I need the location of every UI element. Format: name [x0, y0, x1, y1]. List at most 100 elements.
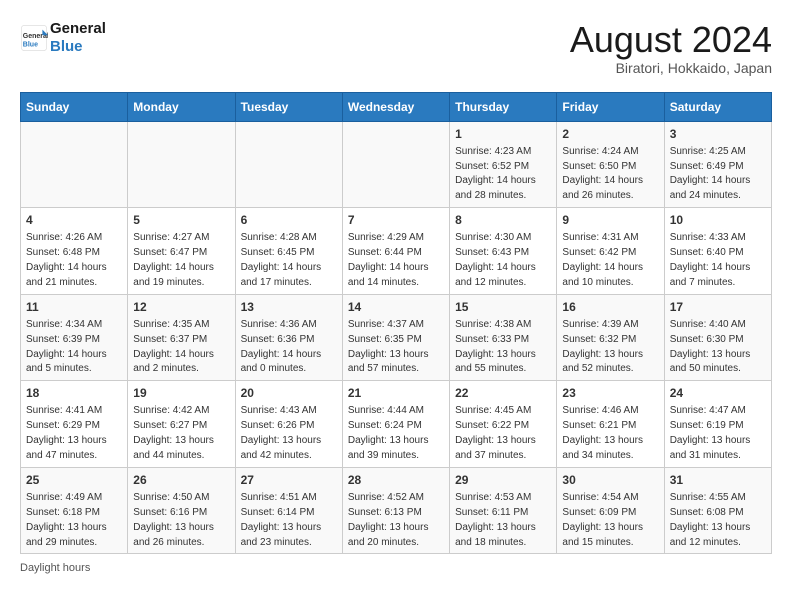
day-info: Sunrise: 4:49 AM Sunset: 6:18 PM Dayligh…: [26, 492, 107, 548]
day-number: 4: [26, 212, 122, 228]
day-info: Sunrise: 4:42 AM Sunset: 6:27 PM Dayligh…: [133, 405, 214, 461]
day-info: Sunrise: 4:55 AM Sunset: 6:08 PM Dayligh…: [670, 492, 751, 548]
weekday-header-wednesday: Wednesday: [342, 92, 449, 121]
day-number: 24: [670, 385, 766, 401]
day-number: 27: [241, 472, 337, 488]
calendar-cell: 27 Sunrise: 4:51 AM Sunset: 6:14 PM Dayli…: [235, 467, 342, 554]
day-number: 16: [562, 299, 658, 315]
day-number: 30: [562, 472, 658, 488]
day-info: Sunrise: 4:51 AM Sunset: 6:14 PM Dayligh…: [241, 492, 322, 548]
day-number: 5: [133, 212, 229, 228]
weekday-header-monday: Monday: [128, 92, 235, 121]
day-info: Sunrise: 4:36 AM Sunset: 6:36 PM Dayligh…: [241, 319, 322, 375]
day-info: Sunrise: 4:40 AM Sunset: 6:30 PM Dayligh…: [670, 319, 751, 375]
logo: General Blue General Blue: [20, 20, 106, 56]
day-number: 29: [455, 472, 551, 488]
calendar-week-row: 25 Sunrise: 4:49 AM Sunset: 6:18 PM Dayli…: [21, 467, 772, 554]
day-info: Sunrise: 4:23 AM Sunset: 6:52 PM Dayligh…: [455, 146, 536, 202]
calendar-cell: 31 Sunrise: 4:55 AM Sunset: 6:08 PM Dayli…: [664, 467, 771, 554]
day-info: Sunrise: 4:39 AM Sunset: 6:32 PM Dayligh…: [562, 319, 643, 375]
calendar-cell: [21, 121, 128, 208]
day-number: 26: [133, 472, 229, 488]
day-number: 13: [241, 299, 337, 315]
calendar-cell: 7 Sunrise: 4:29 AM Sunset: 6:44 PM Daylig…: [342, 208, 449, 295]
calendar-cell: [342, 121, 449, 208]
day-info: Sunrise: 4:47 AM Sunset: 6:19 PM Dayligh…: [670, 405, 751, 461]
weekday-header-friday: Friday: [557, 92, 664, 121]
calendar-cell: 28 Sunrise: 4:52 AM Sunset: 6:13 PM Dayli…: [342, 467, 449, 554]
day-info: Sunrise: 4:37 AM Sunset: 6:35 PM Dayligh…: [348, 319, 429, 375]
day-info: Sunrise: 4:24 AM Sunset: 6:50 PM Dayligh…: [562, 146, 643, 202]
svg-text:Blue: Blue: [23, 41, 38, 48]
day-info: Sunrise: 4:33 AM Sunset: 6:40 PM Dayligh…: [670, 232, 751, 288]
calendar-cell: 25 Sunrise: 4:49 AM Sunset: 6:18 PM Dayli…: [21, 467, 128, 554]
calendar-cell: 29 Sunrise: 4:53 AM Sunset: 6:11 PM Dayli…: [450, 467, 557, 554]
day-number: 6: [241, 212, 337, 228]
calendar-cell: [128, 121, 235, 208]
day-info: Sunrise: 4:31 AM Sunset: 6:42 PM Dayligh…: [562, 232, 643, 288]
calendar-cell: 23Sunrise: 4:46 AM Sunset: 6:21 PM Dayli…: [557, 381, 664, 468]
day-info: Sunrise: 4:43 AM Sunset: 6:26 PM Dayligh…: [241, 405, 322, 461]
calendar-cell: 26 Sunrise: 4:50 AM Sunset: 6:16 PM Dayli…: [128, 467, 235, 554]
day-number: 10: [670, 212, 766, 228]
calendar-cell: 16 Sunrise: 4:39 AM Sunset: 6:32 PM Dayli…: [557, 294, 664, 381]
logo-icon: General Blue: [20, 24, 48, 52]
calendar-cell: 18Sunrise: 4:41 AM Sunset: 6:29 PM Dayli…: [21, 381, 128, 468]
calendar-body: 1 Sunrise: 4:23 AM Sunset: 6:52 PM Daylig…: [21, 121, 772, 554]
day-number: 12: [133, 299, 229, 315]
calendar-cell: 21Sunrise: 4:44 AM Sunset: 6:24 PM Dayli…: [342, 381, 449, 468]
calendar-cell: 12Sunrise: 4:35 AM Sunset: 6:37 PM Dayli…: [128, 294, 235, 381]
day-info: Sunrise: 4:45 AM Sunset: 6:22 PM Dayligh…: [455, 405, 536, 461]
calendar-cell: 22 Sunrise: 4:45 AM Sunset: 6:22 PM Dayli…: [450, 381, 557, 468]
calendar-cell: 5 Sunrise: 4:27 AM Sunset: 6:47 PM Daylig…: [128, 208, 235, 295]
day-number: 20: [241, 385, 337, 401]
footer-note: Daylight hours: [20, 562, 772, 574]
day-info: Sunrise: 4:28 AM Sunset: 6:45 PM Dayligh…: [241, 232, 322, 288]
calendar-cell: 24 Sunrise: 4:47 AM Sunset: 6:19 PM Dayli…: [664, 381, 771, 468]
calendar-week-row: 1 Sunrise: 4:23 AM Sunset: 6:52 PM Daylig…: [21, 121, 772, 208]
calendar-cell: [235, 121, 342, 208]
day-info: Sunrise: 4:46 AM Sunset: 6:21 PM Dayligh…: [562, 405, 643, 461]
logo-text: General Blue: [50, 20, 106, 56]
calendar-table: SundayMondayTuesdayWednesdayThursdayFrid…: [20, 92, 772, 555]
day-info: Sunrise: 4:54 AM Sunset: 6:09 PM Dayligh…: [562, 492, 643, 548]
day-number: 7: [348, 212, 444, 228]
day-info: Sunrise: 4:50 AM Sunset: 6:16 PM Dayligh…: [133, 492, 214, 548]
day-info: Sunrise: 4:53 AM Sunset: 6:11 PM Dayligh…: [455, 492, 536, 548]
day-info: Sunrise: 4:27 AM Sunset: 6:47 PM Dayligh…: [133, 232, 214, 288]
day-info: Sunrise: 4:52 AM Sunset: 6:13 PM Dayligh…: [348, 492, 429, 548]
calendar-cell: 15 Sunrise: 4:38 AM Sunset: 6:33 PM Dayli…: [450, 294, 557, 381]
day-number: 22: [455, 385, 551, 401]
calendar-cell: 13 Sunrise: 4:36 AM Sunset: 6:36 PM Dayli…: [235, 294, 342, 381]
calendar-cell: 19 Sunrise: 4:42 AM Sunset: 6:27 PM Dayli…: [128, 381, 235, 468]
weekday-header-sunday: Sunday: [21, 92, 128, 121]
calendar-cell: 11Sunrise: 4:34 AM Sunset: 6:39 PM Dayli…: [21, 294, 128, 381]
month-year-title: August 2024: [570, 20, 772, 60]
day-number: 25: [26, 472, 122, 488]
day-number: 9: [562, 212, 658, 228]
calendar-cell: 17 Sunrise: 4:40 AM Sunset: 6:30 PM Dayli…: [664, 294, 771, 381]
day-info: Sunrise: 4:38 AM Sunset: 6:33 PM Dayligh…: [455, 319, 536, 375]
day-number: 21: [348, 385, 444, 401]
day-number: 18: [26, 385, 122, 401]
weekday-header-row: SundayMondayTuesdayWednesdayThursdayFrid…: [21, 92, 772, 121]
day-number: 14: [348, 299, 444, 315]
day-number: 3: [670, 126, 766, 142]
day-number: 1: [455, 126, 551, 142]
calendar-cell: 8Sunrise: 4:30 AM Sunset: 6:43 PM Daylig…: [450, 208, 557, 295]
day-info: Sunrise: 4:29 AM Sunset: 6:44 PM Dayligh…: [348, 232, 429, 288]
header: General Blue General Blue August 2024 Bi…: [20, 20, 772, 76]
day-number: 17: [670, 299, 766, 315]
calendar-week-row: 11Sunrise: 4:34 AM Sunset: 6:39 PM Dayli…: [21, 294, 772, 381]
day-number: 15: [455, 299, 551, 315]
calendar-cell: 3Sunrise: 4:25 AM Sunset: 6:49 PM Daylig…: [664, 121, 771, 208]
day-number: 2: [562, 126, 658, 142]
weekday-header-saturday: Saturday: [664, 92, 771, 121]
location-subtitle: Biratori, Hokkaido, Japan: [570, 60, 772, 76]
day-info: Sunrise: 4:26 AM Sunset: 6:48 PM Dayligh…: [26, 232, 107, 288]
calendar-cell: 10 Sunrise: 4:33 AM Sunset: 6:40 PM Dayli…: [664, 208, 771, 295]
day-number: 19: [133, 385, 229, 401]
calendar-week-row: 18Sunrise: 4:41 AM Sunset: 6:29 PM Dayli…: [21, 381, 772, 468]
day-number: 31: [670, 472, 766, 488]
day-number: 28: [348, 472, 444, 488]
